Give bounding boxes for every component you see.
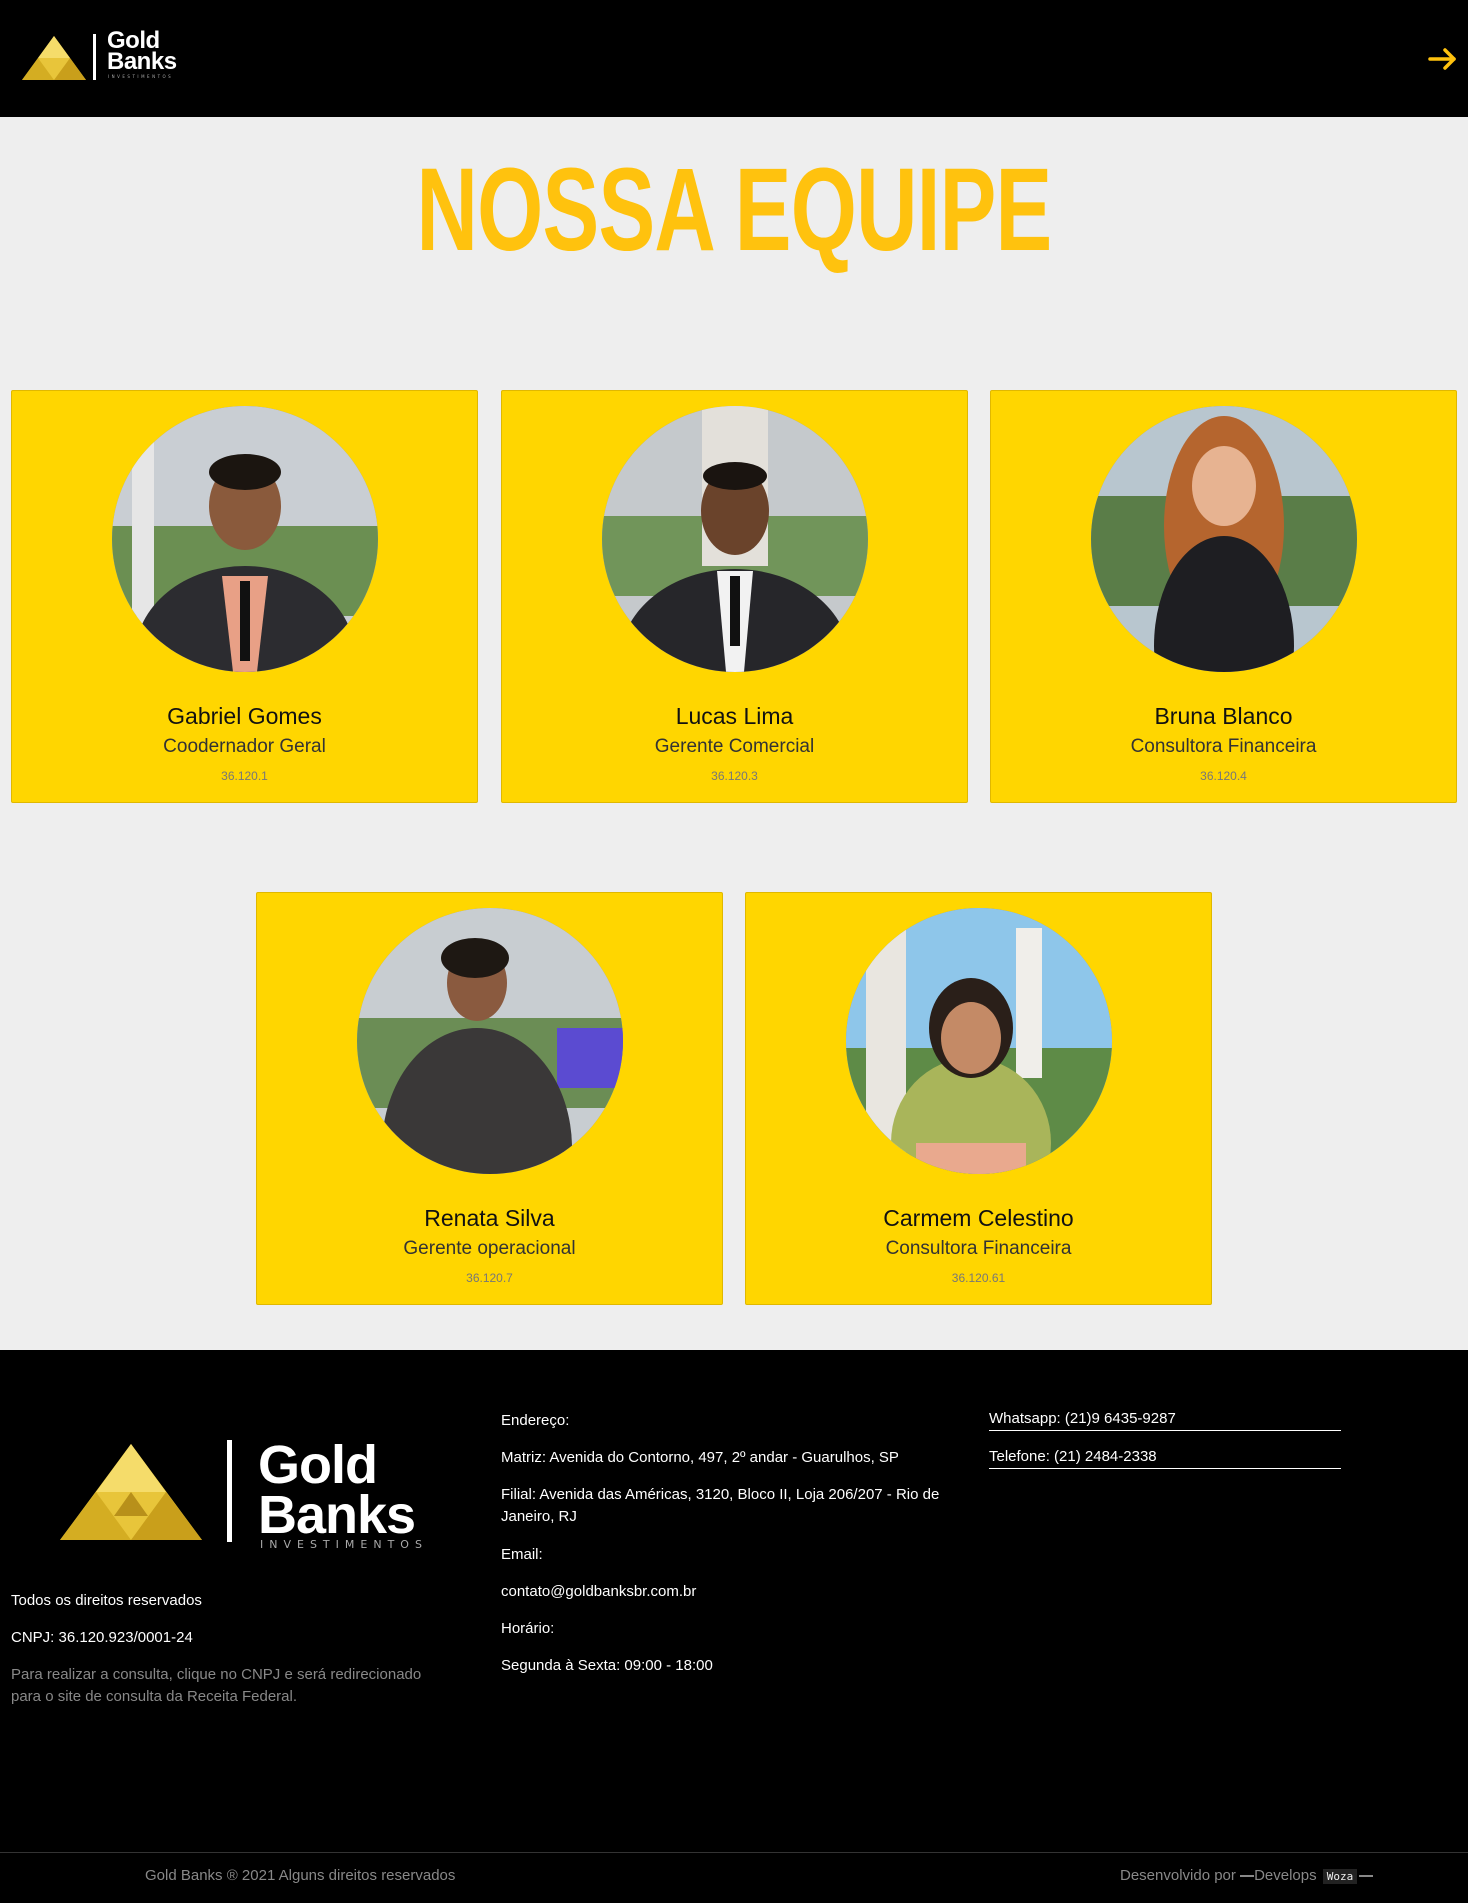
logo-tagline: INVESTIMENTOS	[108, 74, 174, 79]
address-label: Endereço:	[501, 1412, 570, 1429]
team-card: Carmem Celestino Consultora Financeira 3…	[745, 892, 1212, 1305]
member-name: Renata Silva	[424, 1205, 555, 1231]
member-name: Carmem Celestino	[883, 1205, 1074, 1231]
member-code: 36.120.3	[711, 769, 758, 783]
avatar	[1091, 406, 1357, 672]
cnpj-link[interactable]: CNPJ: 36.120.923/0001-24	[11, 1627, 193, 1649]
member-code: 36.120.7	[466, 1271, 513, 1285]
logo-wordmark: Gold Banks	[258, 1435, 416, 1545]
cnpj-note: Para realizar a consulta, clique no CNPJ…	[11, 1666, 422, 1683]
member-role: Consultora Financeira	[1130, 736, 1317, 757]
site-footer: Gold Banks INVESTIMENTOS Todos os direit…	[0, 1350, 1468, 1903]
member-role: Gerente operacional	[403, 1238, 576, 1259]
pyramid-logo-icon	[60, 1444, 202, 1540]
site-header: Gold Banks INVESTIMENTOS	[0, 0, 1468, 117]
hours-label: Horário:	[501, 1620, 555, 1637]
cnpj-note: para o site de consulta da Receita Feder…	[11, 1688, 298, 1705]
address-filial: Janeiro, RJ	[501, 1508, 577, 1525]
dev-prefix: Desenvolvido por	[1120, 1867, 1236, 1884]
logo-word-1: Gold	[258, 1435, 378, 1495]
email-link[interactable]: contato@goldbanksbr.com.br	[501, 1581, 696, 1603]
page-title: NOSSA EQUIPE	[416, 144, 1053, 276]
member-code: 36.120.61	[951, 1271, 1006, 1285]
team-card: Gabriel Gomes Coodernador Geral 36.120.1	[11, 390, 478, 803]
dev-name: Develops	[1254, 1867, 1317, 1884]
developer-credit[interactable]: Desenvolvido por Develops Woza	[1120, 1867, 1374, 1884]
whatsapp-link[interactable]: Whatsapp: (21)9 6435-9287	[989, 1410, 1341, 1431]
member-role: Consultora Financeira	[885, 1238, 1072, 1259]
copyright-text: Gold Banks ® 2021 Alguns direitos reserv…	[145, 1867, 456, 1884]
footer-divider	[0, 1852, 1468, 1853]
team-card: Bruna Blanco Consultora Financeira 36.12…	[990, 390, 1457, 803]
avatar	[846, 908, 1112, 1174]
brand-logo[interactable]: Gold Banks INVESTIMENTOS	[22, 29, 182, 82]
address-matriz: Matriz: Avenida do Contorno, 497, 2º and…	[501, 1449, 899, 1466]
address-filial: Filial: Avenida das Américas, 3120, Bloc…	[501, 1486, 940, 1503]
logo-wordmark: Gold Banks	[107, 29, 177, 75]
hours-text: Segunda à Sexta: 09:00 - 18:00	[501, 1657, 713, 1674]
logo-word-2: Banks	[258, 1485, 416, 1545]
logo-word-2: Banks	[107, 48, 177, 75]
team-card: Lucas Lima Gerente Comercial 36.120.3	[501, 390, 968, 803]
member-name: Bruna Blanco	[1154, 703, 1293, 729]
member-role: Gerente Comercial	[654, 736, 815, 757]
member-code: 36.120.4	[1200, 769, 1247, 783]
member-code: 36.120.1	[221, 769, 268, 783]
logo-divider	[93, 34, 96, 80]
member-name: Gabriel Gomes	[167, 703, 322, 729]
logo-divider	[227, 1440, 232, 1542]
team-card: Renata Silva Gerente operacional 36.120.…	[256, 892, 723, 1305]
dash-icon	[1240, 1875, 1255, 1878]
avatar	[112, 406, 378, 672]
logo-tagline: INVESTIMENTOS	[260, 1538, 428, 1551]
dev-badge: Woza	[1322, 1869, 1358, 1884]
member-name: Lucas Lima	[675, 703, 794, 729]
avatar	[602, 406, 868, 672]
rights-text: Todos os direitos reservados	[11, 1592, 202, 1609]
phone-link[interactable]: Telefone: (21) 2484-2338	[989, 1448, 1341, 1469]
pyramid-logo-icon	[22, 36, 86, 80]
dash-icon	[1359, 1875, 1374, 1878]
avatar	[357, 908, 623, 1174]
email-label: Email:	[501, 1546, 543, 1563]
footer-logo[interactable]: Gold Banks INVESTIMENTOS	[60, 1435, 430, 1551]
arrow-right-icon[interactable]	[1428, 44, 1458, 74]
member-role: Coodernador Geral	[163, 736, 326, 757]
